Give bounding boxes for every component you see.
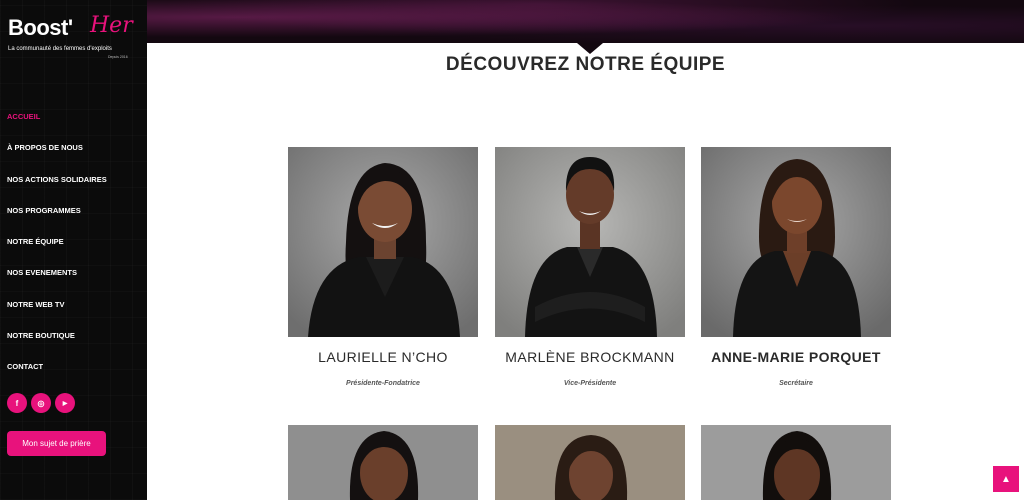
- team-member-role: Présidente-Fondatrice: [346, 380, 420, 387]
- team-photo[interactable]: [288, 425, 478, 500]
- section-title: DÉCOUVREZ NOTRE ÉQUIPE: [445, 54, 726, 75]
- sidebar: Boost' Her La communauté des femmes d'ex…: [0, 0, 147, 500]
- team-photo[interactable]: [701, 425, 891, 500]
- team-photo[interactable]: [701, 147, 891, 337]
- prayer-request-button[interactable]: Mon sujet de prière: [7, 431, 106, 456]
- nav-item-equipe[interactable]: NOTRE ÉQUIPE: [7, 235, 107, 266]
- nav-item-evenements[interactable]: NOS EVENEMENTS: [7, 266, 107, 297]
- site-logo[interactable]: Boost' Her La communauté des femmes d'ex…: [8, 14, 138, 64]
- nav-item-a-propos[interactable]: À PROPOS DE NOUS: [7, 141, 107, 172]
- team-photo[interactable]: [495, 425, 685, 500]
- team-member-role: Vice-Présidente: [563, 380, 617, 387]
- logo-script: Her: [90, 13, 133, 38]
- facebook-icon[interactable]: f: [7, 393, 27, 413]
- main-nav: ACCUEIL À PROPOS DE NOUS NOS ACTIONS SOL…: [7, 110, 107, 392]
- chevron-up-icon: ▲: [1001, 473, 1011, 485]
- nav-item-contact[interactable]: CONTACT: [7, 360, 107, 391]
- team-photo[interactable]: [288, 147, 478, 337]
- nav-item-programmes[interactable]: NOS PROGRAMMES: [7, 204, 107, 235]
- header-banner: [147, 0, 1024, 43]
- team-card[interactable]: [701, 425, 891, 500]
- team-member-name: ANNE-MARIE PORQUET: [711, 349, 881, 365]
- team-member-name: MARLÈNE BROCKMANN: [505, 349, 675, 365]
- nav-item-actions-solidaires[interactable]: NOS ACTIONS SOLIDAIRES: [7, 173, 107, 204]
- logo-tagline: La communauté des femmes d'exploits: [8, 46, 112, 52]
- nav-item-boutique[interactable]: NOTRE BOUTIQUE: [7, 329, 107, 360]
- logo-wordmark: Boost': [8, 15, 73, 40]
- team-card[interactable]: [495, 425, 685, 500]
- team-photo[interactable]: [495, 147, 685, 337]
- nav-item-accueil[interactable]: ACCUEIL: [7, 110, 107, 141]
- banner-notch: [577, 43, 603, 54]
- social-links: f ◎ ▶: [7, 393, 75, 413]
- instagram-icon[interactable]: ◎: [31, 393, 51, 413]
- logo-since: Depuis 2016: [108, 55, 128, 59]
- team-member-name: LAURIELLE N’CHO: [318, 349, 448, 365]
- team-card[interactable]: [288, 425, 478, 500]
- youtube-icon[interactable]: ▶: [55, 393, 75, 413]
- team-member-role: Secrétaire: [779, 380, 813, 387]
- nav-item-web-tv[interactable]: NOTRE WEB TV: [7, 298, 107, 329]
- scroll-to-top-button[interactable]: ▲: [993, 466, 1019, 492]
